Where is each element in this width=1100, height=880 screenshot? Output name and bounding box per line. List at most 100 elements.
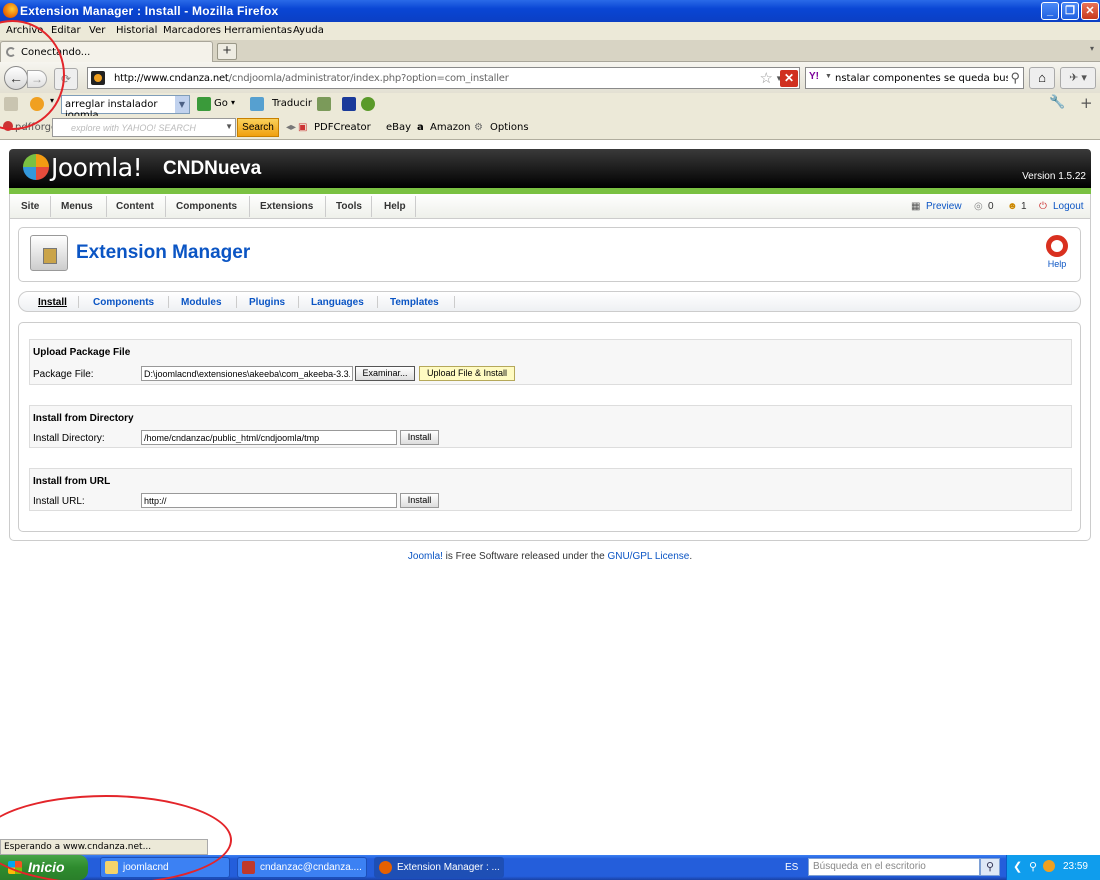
addon-button[interactable]: ✈ ▾ — [1060, 67, 1096, 89]
messages-count[interactable]: 0 — [988, 201, 994, 212]
task-filezilla[interactable]: cndanzac@cndanza.... — [237, 857, 367, 878]
upload-package-fieldset: Upload Package File Package File: Examin… — [29, 339, 1072, 385]
tray-chevron-icon[interactable]: ❮ — [1013, 860, 1022, 873]
admin-menu: Site Menus Content Components Extensions… — [9, 194, 1091, 219]
messenger-icon[interactable] — [361, 97, 375, 111]
menu-menus[interactable]: Menus — [61, 201, 93, 212]
install-url-input[interactable] — [141, 493, 397, 508]
windows-taskbar: Inicio joomlacnd cndanzac@cndanza.... Ex… — [0, 855, 1100, 880]
ebay-button[interactable]: eBay — [386, 122, 411, 133]
subnav-install[interactable]: Install — [38, 297, 67, 308]
stop-button[interactable]: ✕ — [780, 70, 798, 87]
search-toolbar: ▾ arreglar instalador joomla ▼ Go ▾ Trad… — [0, 93, 1100, 121]
word-icon[interactable] — [342, 97, 356, 111]
menu-historial[interactable]: Historial — [116, 25, 157, 36]
menu-content[interactable]: Content — [116, 201, 154, 212]
pdf-icon: ▣ — [298, 122, 308, 133]
minimize-button[interactable]: _ — [1041, 2, 1059, 20]
help-button[interactable]: Help — [1042, 235, 1072, 269]
subnav-plugins[interactable]: Plugins — [249, 297, 285, 308]
package-file-input[interactable] — [141, 366, 353, 381]
url-bar[interactable]: http://www.cndanza.net/cndjoomla/adminis… — [87, 67, 800, 89]
upload-install-button[interactable]: Upload File & Install — [419, 366, 515, 381]
menu-archivo[interactable]: Archivo — [6, 25, 43, 36]
search-box[interactable]: Y! ▼ nstalar componentes se queda buscan… — [805, 67, 1024, 89]
desktop-search-icon[interactable]: ⚲ — [980, 858, 1000, 876]
menu-ayuda[interactable]: Ayuda — [293, 25, 324, 36]
pdfforge-logo[interactable]: pdfforge — [3, 121, 57, 133]
task-firefox[interactable]: Extension Manager : ... — [374, 857, 504, 878]
directory-legend: Install from Directory — [33, 413, 134, 424]
toolbar-icon[interactable] — [4, 97, 18, 111]
subnav-languages[interactable]: Languages — [311, 297, 364, 308]
go-arrow-icon[interactable] — [197, 97, 211, 111]
start-button[interactable]: Inicio — [0, 855, 88, 880]
mail-icon[interactable] — [317, 97, 331, 111]
options-button[interactable]: Options — [490, 122, 529, 133]
subnav-templates[interactable]: Templates — [390, 297, 439, 308]
new-tab-button[interactable]: + — [217, 43, 237, 60]
engine-chevron-icon[interactable]: ▼ — [825, 73, 832, 80]
search-icon[interactable]: ⚲ — [1010, 70, 1020, 86]
amazon-button[interactable]: Amazon — [430, 122, 470, 133]
menu-components[interactable]: Components — [176, 201, 237, 212]
bookmark-star-icon[interactable]: ☆ — [760, 69, 773, 87]
translate-icon[interactable] — [250, 97, 264, 111]
subnav-modules[interactable]: Modules — [181, 297, 222, 308]
yahoo-search-chevron-icon[interactable]: ▼ — [225, 122, 233, 131]
window-title: Extension Manager : Install - Mozilla Fi… — [20, 4, 279, 18]
preview-link[interactable]: Preview — [926, 201, 962, 212]
browse-button[interactable]: Examinar... — [355, 366, 415, 381]
menu-tools[interactable]: Tools — [336, 201, 362, 212]
upload-legend: Upload Package File — [33, 347, 131, 358]
go-button[interactable]: Go — [214, 98, 228, 109]
maximize-button[interactable]: ❐ — [1061, 2, 1079, 20]
menu-editar[interactable]: Editar — [51, 25, 81, 36]
tray-app-icon[interactable] — [1043, 860, 1055, 872]
menu-herramientas[interactable]: Herramientas — [224, 25, 292, 36]
tray-search-icon[interactable]: ⚲ — [1029, 860, 1037, 873]
tab-conectando[interactable]: Conectando... — [0, 41, 213, 62]
users-count[interactable]: 1 — [1021, 201, 1027, 212]
go-chevron-icon[interactable]: ▾ — [231, 98, 235, 107]
wrench-icon[interactable]: 🔧 — [1049, 95, 1065, 110]
language-indicator[interactable]: ES — [785, 862, 798, 873]
toolbar-arrows-icon[interactable]: ◂▸ — [286, 122, 296, 133]
back-button[interactable]: ← — [4, 66, 28, 90]
tab-list-chevron-icon[interactable]: ▾ — [1090, 44, 1094, 53]
install-directory-button[interactable]: Install — [400, 430, 439, 445]
logout-link[interactable]: Logout — [1053, 201, 1084, 212]
reload-button[interactable]: ⟳ — [54, 68, 78, 90]
yahoo-engine-icon[interactable]: Y! — [809, 71, 819, 82]
menu-help[interactable]: Help — [384, 201, 406, 212]
loading-spinner-icon — [6, 47, 16, 57]
task-joomlacnd[interactable]: joomlacnd — [100, 857, 230, 878]
messages-icon: ◎ — [974, 201, 983, 212]
install-url-button[interactable]: Install — [400, 493, 439, 508]
subnav-components[interactable]: Components — [93, 297, 154, 308]
toolbar-logo-icon[interactable] — [30, 97, 44, 111]
toolbar-search-select[interactable]: arreglar instalador joomla ▼ — [61, 95, 190, 121]
pdfcreator-button[interactable]: PDFCreator — [314, 122, 371, 133]
menu-ver[interactable]: Ver — [89, 25, 105, 36]
install-directory-input[interactable] — [141, 430, 397, 445]
search-query: nstalar componentes se queda buscando — [835, 73, 1008, 84]
desktop-search-input[interactable]: Búsqueda en el escritorio — [808, 858, 980, 876]
system-tray: ❮ ⚲ 23:59 — [1006, 855, 1100, 880]
menu-site[interactable]: Site — [21, 201, 39, 212]
menu-marcadores[interactable]: Marcadores — [163, 25, 221, 36]
menu-separator — [371, 196, 372, 217]
folder-icon — [105, 861, 118, 874]
yahoo-search-button[interactable]: Search — [237, 118, 279, 137]
yahoo-search-input[interactable]: explore with YAHOO! SEARCH ▼ — [52, 118, 236, 137]
close-button[interactable]: ✕ — [1081, 2, 1099, 20]
gpl-license-link[interactable]: GNU/GPL License — [607, 551, 689, 562]
menu-extensions[interactable]: Extensions — [260, 201, 313, 212]
joomla-link[interactable]: Joomla! — [408, 551, 443, 562]
toolbar-chevron-icon[interactable]: ▾ — [50, 96, 54, 105]
add-toolbar-icon[interactable]: + — [1080, 94, 1093, 112]
home-button[interactable]: ⌂ — [1029, 67, 1055, 89]
translate-button[interactable]: Traducir — [272, 98, 312, 109]
forward-button[interactable]: → — [27, 70, 47, 88]
select-chevron-down-icon[interactable]: ▼ — [175, 96, 189, 113]
